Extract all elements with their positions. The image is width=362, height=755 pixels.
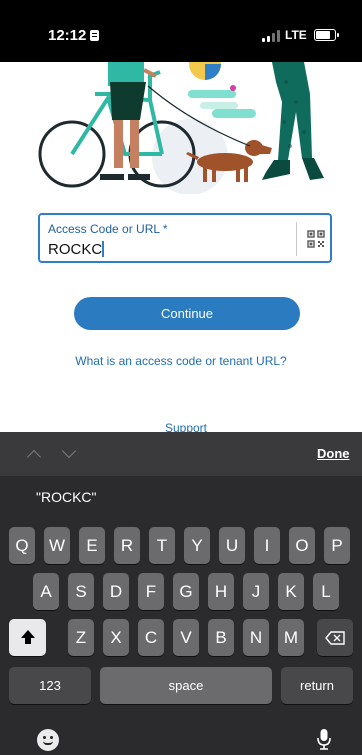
key-d[interactable]: D: [103, 573, 129, 610]
continue-button[interactable]: Continue: [74, 297, 300, 330]
network-type: LTE: [285, 28, 307, 42]
key-r[interactable]: R: [114, 527, 140, 564]
keyboard: "ROCKC" Q W E R T Y U I O P A S D F G H …: [0, 476, 362, 755]
key-x[interactable]: X: [103, 619, 129, 656]
numbers-key[interactable]: 123: [9, 667, 91, 704]
access-code-value: ROCKC: [48, 241, 103, 258]
key-n[interactable]: N: [243, 619, 269, 656]
key-v[interactable]: V: [173, 619, 199, 656]
key-m[interactable]: M: [278, 619, 304, 656]
access-code-label: Access Code or URL *: [48, 222, 168, 236]
return-key[interactable]: return: [281, 667, 353, 704]
key-h[interactable]: H: [208, 573, 234, 610]
key-a[interactable]: A: [33, 573, 59, 610]
key-w[interactable]: W: [44, 527, 70, 564]
chevron-down-icon[interactable]: [61, 443, 77, 459]
chevron-up-icon[interactable]: [26, 449, 42, 465]
done-button[interactable]: Done: [317, 446, 350, 461]
keyboard-accessory-bar: Done: [0, 432, 362, 476]
key-y[interactable]: Y: [184, 527, 210, 564]
text-caret: [102, 241, 104, 257]
shift-icon: [20, 630, 35, 644]
key-u[interactable]: U: [219, 527, 245, 564]
key-k[interactable]: K: [278, 573, 304, 610]
access-code-field[interactable]: Access Code or URL * ROCKC: [38, 213, 332, 263]
key-s[interactable]: S: [68, 573, 94, 610]
shift-key[interactable]: [9, 619, 46, 656]
key-f[interactable]: F: [138, 573, 164, 610]
key-o[interactable]: O: [289, 527, 315, 564]
key-e[interactable]: E: [79, 527, 105, 564]
field-divider: [296, 222, 297, 256]
microphone-icon[interactable]: [316, 728, 332, 750]
backspace-key[interactable]: [317, 619, 353, 656]
qr-scan-icon[interactable]: [306, 229, 326, 249]
key-l[interactable]: L: [313, 573, 339, 610]
space-key[interactable]: space: [100, 667, 272, 704]
access-code-input[interactable]: ROCKC: [48, 241, 104, 258]
key-g[interactable]: G: [173, 573, 199, 610]
battery-icon: [314, 29, 339, 41]
key-q[interactable]: Q: [9, 527, 35, 564]
status-time: 12:12: [48, 27, 100, 44]
key-t[interactable]: T: [149, 527, 175, 564]
key-c[interactable]: C: [138, 619, 164, 656]
emoji-icon[interactable]: [37, 729, 59, 751]
status-bar: 12:12 LTE: [0, 0, 362, 62]
key-i[interactable]: I: [254, 527, 280, 564]
signal-icon: [262, 30, 280, 42]
key-b[interactable]: B: [208, 619, 234, 656]
hero-illustration: [38, 62, 324, 194]
id-card-icon: [90, 30, 100, 41]
access-code-help-link[interactable]: What is an access code or tenant URL?: [0, 354, 362, 368]
key-j[interactable]: J: [243, 573, 269, 610]
key-z[interactable]: Z: [68, 619, 94, 656]
autocomplete-suggestion[interactable]: "ROCKC": [36, 489, 97, 505]
backspace-icon: [325, 631, 345, 645]
key-p[interactable]: P: [324, 527, 350, 564]
